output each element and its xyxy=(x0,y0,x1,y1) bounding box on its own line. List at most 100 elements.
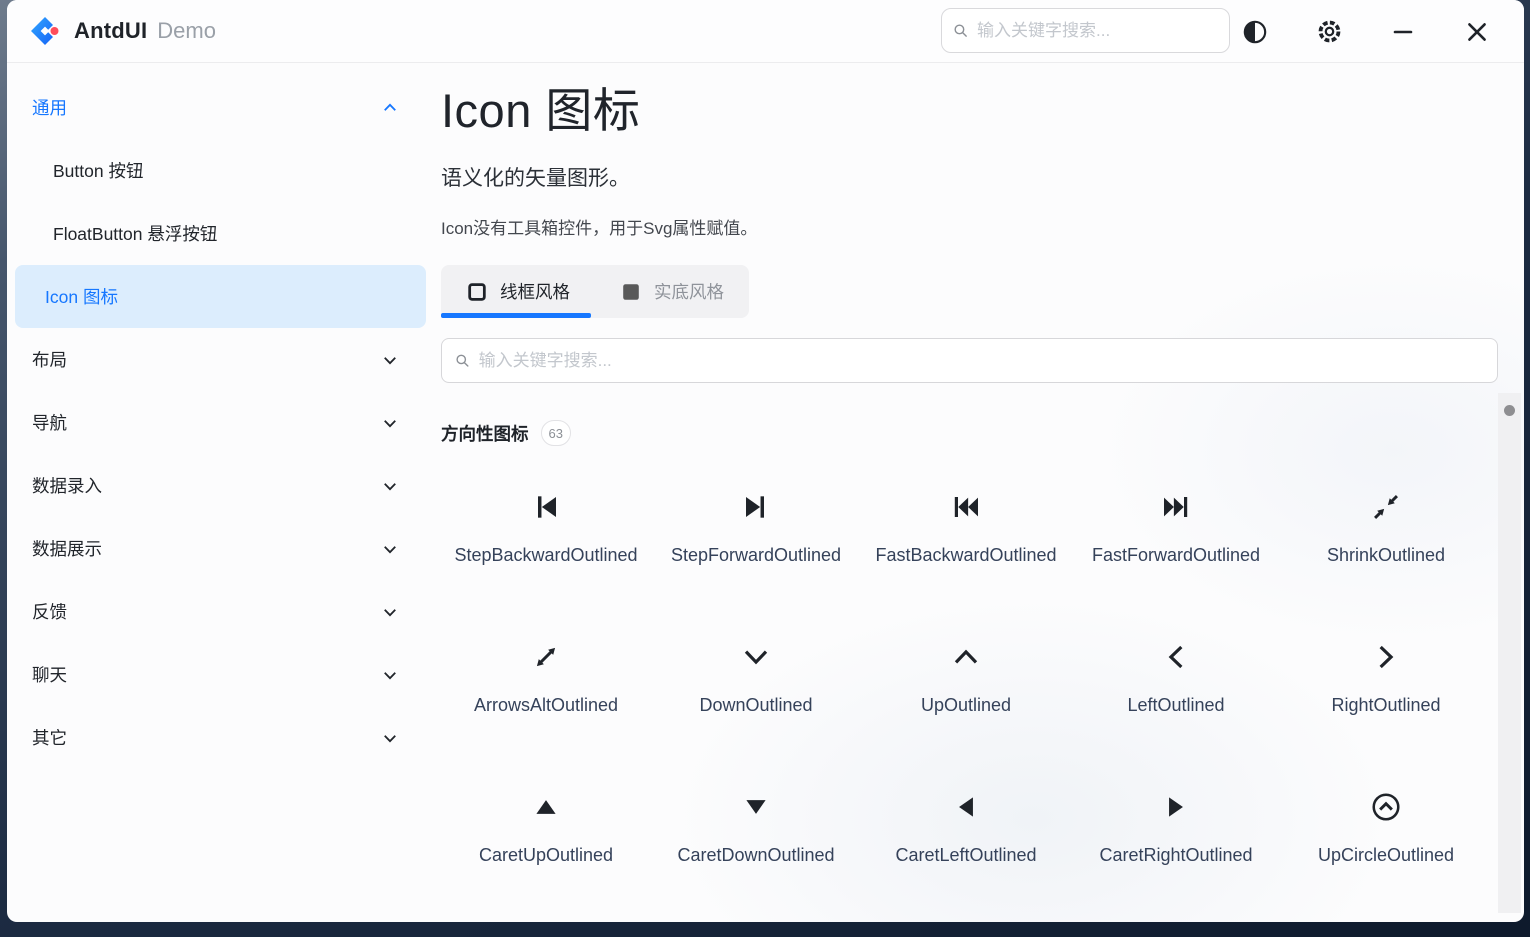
icon-cell-CaretRightOutlined[interactable]: CaretRightOutlined xyxy=(1071,748,1281,898)
gear-icon xyxy=(1316,18,1343,45)
main-content: Icon 图标 语义化的矢量图形。 Icon没有工具箱控件，用于Svg属性赋值。… xyxy=(434,64,1524,922)
sidebar-group-7[interactable]: 其它 xyxy=(7,706,432,769)
theme-toggle-button[interactable] xyxy=(1218,0,1292,63)
icon-grid: StepBackwardOutlined StepForwardOutlined F… xyxy=(441,448,1508,898)
caret-left-icon xyxy=(949,790,983,824)
fast-forward-icon xyxy=(1159,490,1193,524)
shrink-icon xyxy=(1369,490,1403,524)
icon-label: UpOutlined xyxy=(921,695,1011,716)
page-subtitle: 语义化的矢量图形。 xyxy=(441,162,1508,192)
sidebar-item-label: Icon 图标 xyxy=(45,284,118,309)
page-title: Icon 图标 xyxy=(441,84,1508,138)
sidebar-group-6[interactable]: 聊天 xyxy=(7,643,432,706)
sidebar-group-3[interactable]: 数据录入 xyxy=(7,454,432,517)
titlebar-search-input[interactable] xyxy=(977,21,1219,41)
sidebar-group-label: 布局 xyxy=(32,347,381,372)
icon-cell-FastForwardOutlined[interactable]: FastForwardOutlined xyxy=(1071,448,1281,598)
sidebar-group-label: 数据录入 xyxy=(32,473,381,498)
up-circle-icon xyxy=(1369,790,1403,824)
chevron-down-icon xyxy=(381,351,399,369)
titlebar-search[interactable] xyxy=(941,8,1230,53)
square-outline-icon xyxy=(466,281,488,303)
sidebar-group-0[interactable]: 通用 xyxy=(7,76,432,139)
icon-cell-DownOutlined[interactable]: DownOutlined xyxy=(651,598,861,748)
sidebar-item-floatbutton[interactable]: FloatButton 悬浮按钮 xyxy=(15,202,426,265)
icon-label: CaretRightOutlined xyxy=(1099,845,1252,866)
chevron-down-icon xyxy=(381,540,399,558)
arrows-alt-icon xyxy=(529,640,563,674)
sidebar-group-label: 聊天 xyxy=(32,662,381,687)
scrollbar-thumb[interactable] xyxy=(1504,405,1515,416)
minimize-button[interactable] xyxy=(1366,0,1440,63)
sidebar-group-label: 通用 xyxy=(32,95,381,120)
icon-cell-StepForwardOutlined[interactable]: StepForwardOutlined xyxy=(651,448,861,598)
icon-cell-UpCircleOutlined[interactable]: UpCircleOutlined xyxy=(1281,748,1491,898)
up-icon xyxy=(949,640,983,674)
chevron-down-icon xyxy=(381,666,399,684)
icon-label: CaretDownOutlined xyxy=(677,845,834,866)
minimize-icon xyxy=(1391,20,1415,44)
active-tab-underline xyxy=(441,313,591,318)
sidebar-group-5[interactable]: 反馈 xyxy=(7,580,432,643)
icon-label: CaretLeftOutlined xyxy=(895,845,1036,866)
section-title: 方向性图标 xyxy=(441,421,529,446)
square-filled-icon xyxy=(620,281,642,303)
settings-button[interactable] xyxy=(1292,0,1366,63)
icon-search-input[interactable] xyxy=(479,351,1485,371)
contrast-icon xyxy=(1242,19,1268,45)
app-title: AntdUI xyxy=(74,18,147,44)
icon-label: FastForwardOutlined xyxy=(1092,545,1260,566)
tab-filled-style[interactable]: 实底风格 xyxy=(595,265,749,318)
left-icon xyxy=(1159,640,1193,674)
icon-cell-RightOutlined[interactable]: RightOutlined xyxy=(1281,598,1491,748)
close-icon xyxy=(1464,19,1490,45)
sidebar: 通用 Button 按钮FloatButton 悬浮按钮 Icon 图标布局导航数据… xyxy=(7,64,432,922)
icon-cell-CaretDownOutlined[interactable]: CaretDownOutlined xyxy=(651,748,861,898)
icon-cell-ShrinkOutlined[interactable]: ShrinkOutlined xyxy=(1281,448,1491,598)
icon-label: ShrinkOutlined xyxy=(1327,545,1445,566)
tab-outlined-style[interactable]: 线框风格 xyxy=(441,265,595,318)
caret-right-icon xyxy=(1159,790,1193,824)
icon-cell-LeftOutlined[interactable]: LeftOutlined xyxy=(1071,598,1281,748)
section-count-badge: 63 xyxy=(541,420,571,446)
close-button[interactable] xyxy=(1440,0,1514,63)
icon-label: UpCircleOutlined xyxy=(1318,845,1454,866)
icon-label: CaretUpOutlined xyxy=(479,845,613,866)
app-subtitle: Demo xyxy=(157,18,216,44)
step-forward-icon xyxy=(739,490,773,524)
icon-cell-UpOutlined[interactable]: UpOutlined xyxy=(861,598,1071,748)
sidebar-group-label: 数据展示 xyxy=(32,536,381,561)
icon-label: StepBackwardOutlined xyxy=(454,545,637,566)
down-icon xyxy=(739,640,773,674)
icon-cell-CaretLeftOutlined[interactable]: CaretLeftOutlined xyxy=(861,748,1071,898)
fast-backward-icon xyxy=(949,490,983,524)
icon-cell-CaretUpOutlined[interactable]: CaretUpOutlined xyxy=(441,748,651,898)
tab-label: 线框风格 xyxy=(500,279,570,304)
sidebar-group-2[interactable]: 导航 xyxy=(7,391,432,454)
icon-label: StepForwardOutlined xyxy=(671,545,841,566)
sidebar-group-1[interactable]: 布局 xyxy=(7,328,432,391)
titlebar: AntdUI Demo xyxy=(7,0,1524,63)
scrollbar-track[interactable] xyxy=(1498,393,1521,913)
sidebar-group-4[interactable]: 数据展示 xyxy=(7,517,432,580)
icon-search[interactable] xyxy=(441,338,1498,383)
icon-cell-ArrowsAltOutlined[interactable]: ArrowsAltOutlined xyxy=(441,598,651,748)
sidebar-item-button[interactable]: Button 按钮 xyxy=(15,139,426,202)
window-controls xyxy=(1218,0,1514,63)
sidebar-group-label: 其它 xyxy=(32,725,381,750)
sidebar-item-icon[interactable]: Icon 图标 xyxy=(15,265,426,328)
step-backward-icon xyxy=(529,490,563,524)
icon-cell-StepBackwardOutlined[interactable]: StepBackwardOutlined xyxy=(441,448,651,598)
chevron-down-icon xyxy=(381,729,399,747)
caret-up-icon xyxy=(529,790,563,824)
icon-label: FastBackwardOutlined xyxy=(875,545,1056,566)
style-tabbar: 线框风格实底风格 xyxy=(441,265,749,318)
icon-cell-FastBackwardOutlined[interactable]: FastBackwardOutlined xyxy=(861,448,1071,598)
search-icon xyxy=(952,22,969,39)
icon-label: LeftOutlined xyxy=(1127,695,1224,716)
icon-label: RightOutlined xyxy=(1331,695,1440,716)
section-header: 方向性图标 63 xyxy=(441,420,1508,446)
chevron-down-icon xyxy=(381,414,399,432)
icon-label: DownOutlined xyxy=(699,695,812,716)
search-icon xyxy=(454,352,471,369)
